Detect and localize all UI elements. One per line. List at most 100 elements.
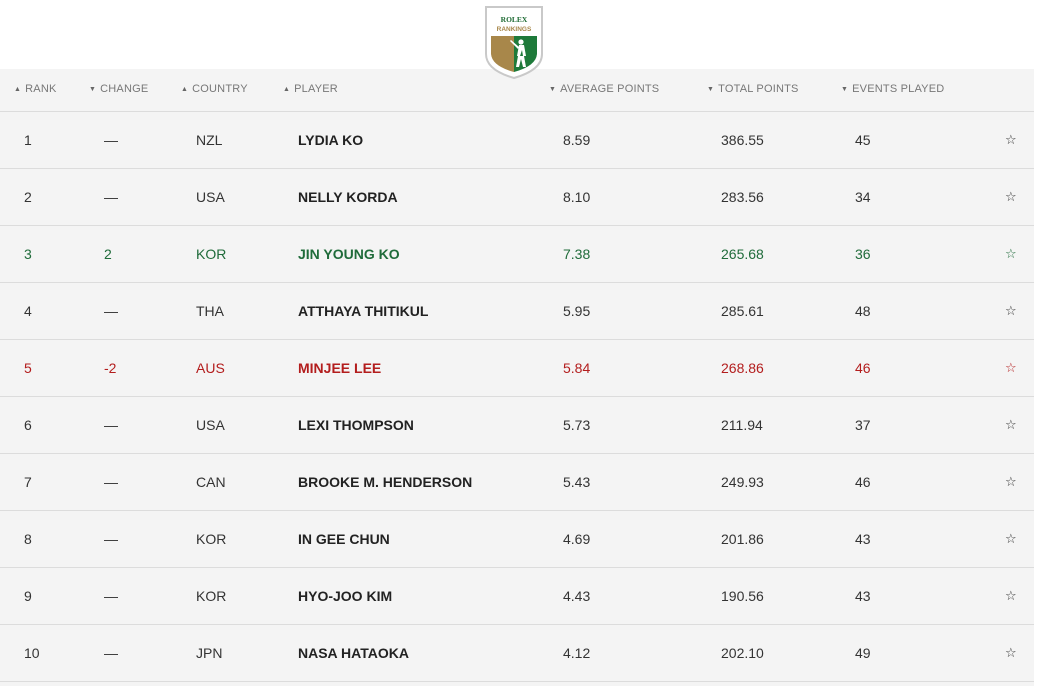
change-cell: 2 [104, 246, 112, 262]
favorite-star-icon[interactable]: ☆ [1005, 246, 1017, 262]
table-row[interactable]: 5 -2 AUS MINJEE LEE 5.84 268.86 46 ☆ [0, 340, 1034, 397]
sort-change-header[interactable]: ▼ CHANGE [89, 83, 148, 95]
rank-cell: 2 [24, 189, 32, 205]
table-row[interactable]: 7 — CAN BROOKE M. HENDERSON 5.43 249.93 46 ☆ [0, 454, 1034, 511]
country-cell: AUS [196, 360, 225, 376]
rankings-table-body: 1— NZL LYDIA KO 8.59 386.55 45 ☆ 2— USA NELLY KOR… [0, 112, 1034, 682]
total-points-cell: 268.86 [721, 360, 764, 376]
total-points-cell: 211.94 [721, 417, 763, 433]
sort-descending-icon: ▼ [841, 86, 849, 93]
rank-cell: 10 [24, 645, 40, 661]
table-row[interactable]: 9 — KOR HYO-JOO KIM 4.43 190.56 43 ☆ [0, 568, 1034, 625]
sort-descending-icon: ▼ [549, 86, 557, 93]
rolex-rankings-logo: ROLEX RANKINGS [485, 6, 543, 80]
sort-descending-icon: ▼ [707, 86, 715, 93]
total-points-cell: 202.10 [721, 645, 764, 661]
player-name[interactable]: ATTHAYA THITIKUL [298, 303, 428, 319]
sort-total-points-header[interactable]: ▼ TOTAL POINTS [707, 83, 799, 95]
table-row[interactable]: 2 — USA NELLY KORDA 8.10 283.56 34 ☆ [0, 169, 1034, 226]
rank-cell: 8 [24, 531, 32, 547]
average-points-cell: 8.59 [563, 132, 591, 148]
total-points-cell: 190.56 [721, 588, 764, 604]
sort-ascending-icon: ▲ [283, 86, 291, 93]
player-name[interactable]: IN GEE CHUN [298, 531, 390, 547]
rank-cell: 3 [24, 246, 32, 262]
total-points-cell: 285.61 [721, 303, 764, 319]
rank-cell: 9 [24, 588, 32, 604]
favorite-star-icon[interactable]: ☆ [1005, 645, 1017, 661]
country-cell: CAN [196, 474, 226, 490]
country-cell: KOR [196, 531, 227, 547]
events-played-cell: 34 [855, 189, 871, 205]
average-points-cell: 8.10 [563, 189, 591, 205]
sort-average-points-header[interactable]: ▼ AVERAGE POINTS [549, 83, 659, 95]
change-cell: — [104, 531, 118, 547]
favorite-star-icon[interactable]: ☆ [1005, 132, 1017, 148]
svg-text:ROLEX: ROLEX [501, 15, 528, 24]
country-cell: THA [196, 303, 224, 319]
table-row[interactable]: 10 — JPN NASA HATAOKA 4.12 202.10 49 ☆ [0, 625, 1034, 682]
change-cell: — [104, 645, 118, 661]
sort-player-header[interactable]: ▲ PLAYER [283, 83, 338, 95]
sort-ascending-icon: ▲ [14, 86, 22, 93]
change-cell: -2 [104, 360, 117, 376]
events-played-cell: 46 [855, 474, 871, 490]
total-points-cell: 386.55 [721, 132, 764, 148]
country-cell: NZL [196, 132, 223, 148]
total-points-cell: 249.93 [721, 474, 764, 490]
table-row[interactable]: 3 2 KOR JIN YOUNG KO 7.38 265.68 36 ☆ [0, 226, 1034, 283]
average-points-cell: 5.95 [563, 303, 591, 319]
rank-cell: 4 [24, 303, 32, 319]
country-cell: KOR [196, 246, 227, 262]
change-cell: — [104, 303, 118, 319]
sort-rank-header[interactable]: ▲ RANK [14, 83, 57, 95]
player-name[interactable]: LEXI THOMPSON [298, 417, 414, 433]
change-cell: — [104, 189, 118, 205]
sort-country-header[interactable]: ▲ COUNTRY [181, 83, 248, 95]
table-row[interactable]: 6 — USA LEXI THOMPSON 5.73 211.94 37 ☆ [0, 397, 1034, 454]
player-name[interactable]: MINJEE LEE [298, 360, 381, 376]
favorite-star-icon[interactable]: ☆ [1005, 417, 1017, 433]
rank-cell: 7 [24, 474, 32, 490]
average-points-cell: 4.12 [563, 645, 591, 661]
favorite-star-icon[interactable]: ☆ [1005, 360, 1017, 376]
rank-cell: 6 [24, 417, 32, 433]
player-name[interactable]: JIN YOUNG KO [298, 246, 400, 262]
favorite-star-icon[interactable]: ☆ [1005, 303, 1017, 319]
svg-text:RANKINGS: RANKINGS [497, 26, 532, 33]
table-row[interactable]: 1 — NZL LYDIA KO 8.59 386.55 45 ☆ [0, 112, 1034, 169]
change-cell: — [104, 588, 118, 604]
change-cell: — [104, 474, 118, 490]
average-points-cell: 7.38 [563, 246, 591, 262]
sort-ascending-icon: ▲ [181, 86, 189, 93]
average-points-cell: 5.43 [563, 474, 591, 490]
average-points-cell: 4.69 [563, 531, 591, 547]
change-cell: — [104, 132, 118, 148]
player-name[interactable]: NELLY KORDA [298, 189, 398, 205]
country-cell: USA [196, 417, 225, 433]
favorite-star-icon[interactable]: ☆ [1005, 588, 1017, 604]
player-name[interactable]: HYO-JOO KIM [298, 588, 392, 604]
player-name[interactable]: NASA HATAOKA [298, 645, 409, 661]
events-played-cell: 46 [855, 360, 871, 376]
average-points-cell: 5.73 [563, 417, 591, 433]
events-played-cell: 43 [855, 531, 871, 547]
favorite-star-icon[interactable]: ☆ [1005, 189, 1017, 205]
average-points-cell: 5.84 [563, 360, 591, 376]
events-played-cell: 37 [855, 417, 871, 433]
total-points-cell: 283.56 [721, 189, 764, 205]
sort-events-played-header[interactable]: ▼ EVENTS PLAYED [841, 83, 944, 95]
table-row[interactable]: 8 — KOR IN GEE CHUN 4.69 201.86 43 ☆ [0, 511, 1034, 568]
country-cell: USA [196, 189, 225, 205]
table-row[interactable]: 4 — THA ATTHAYA THITIKUL 5.95 285.61 48 ☆ [0, 283, 1034, 340]
player-name[interactable]: LYDIA KO [298, 132, 363, 148]
player-name[interactable]: BROOKE M. HENDERSON [298, 474, 472, 490]
favorite-star-icon[interactable]: ☆ [1005, 531, 1017, 547]
favorite-star-icon[interactable]: ☆ [1005, 474, 1017, 490]
events-played-cell: 36 [855, 246, 871, 262]
sort-descending-icon: ▼ [89, 86, 97, 93]
events-played-cell: 43 [855, 588, 871, 604]
country-cell: JPN [196, 645, 223, 661]
rank-cell: 5 [24, 360, 32, 376]
total-points-cell: 265.68 [721, 246, 764, 262]
